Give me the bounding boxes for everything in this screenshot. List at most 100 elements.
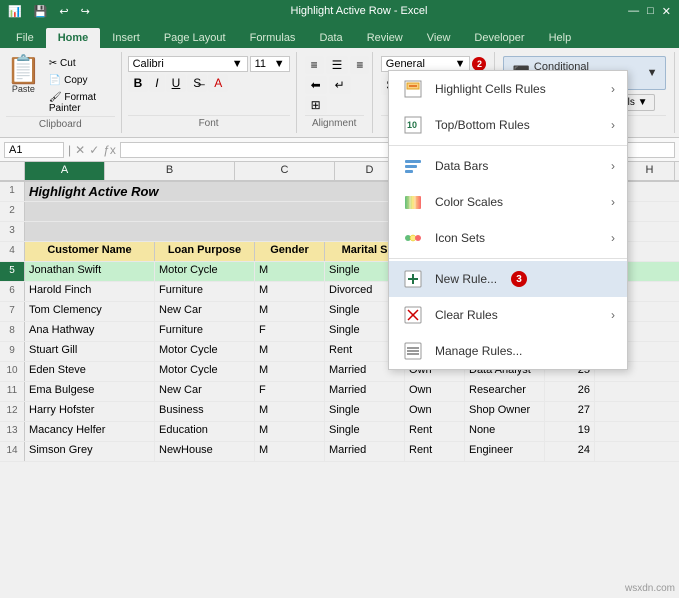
cell-a10[interactable]: Eden Steve bbox=[25, 362, 155, 381]
font-color-button[interactable]: A bbox=[208, 74, 228, 92]
cell-loan-purpose-header[interactable]: Loan Purpose bbox=[155, 242, 255, 261]
cell-e12[interactable]: Own bbox=[405, 402, 465, 421]
cut-button[interactable]: ✂ Cut bbox=[45, 56, 115, 71]
cell-a7[interactable]: Tom Clemency bbox=[25, 302, 155, 321]
row-num-7: 7 bbox=[0, 302, 25, 321]
cell-c10[interactable]: M bbox=[255, 362, 325, 381]
cell-e13[interactable]: Rent bbox=[405, 422, 465, 441]
paste-button[interactable]: 📋 Paste bbox=[6, 56, 41, 116]
cell-a8[interactable]: Ana Hathway bbox=[25, 322, 155, 341]
cell-d12[interactable]: Single bbox=[325, 402, 405, 421]
cell-b6[interactable]: Furniture bbox=[155, 282, 255, 301]
italic-button[interactable]: I bbox=[149, 74, 164, 92]
cell-f12[interactable]: Shop Owner bbox=[465, 402, 545, 421]
cell-f13[interactable]: None bbox=[465, 422, 545, 441]
quick-access-redo[interactable]: ↪ bbox=[81, 5, 90, 18]
cell-f11[interactable]: Researcher bbox=[465, 382, 545, 401]
wrap-text-button[interactable]: ↵ bbox=[329, 76, 351, 94]
cell-c9[interactable]: M bbox=[255, 342, 325, 361]
color-scales-item[interactable]: Color Scales › bbox=[389, 184, 627, 220]
font-size-dropdown[interactable]: 11 ▼ bbox=[250, 56, 290, 72]
bold-button[interactable]: B bbox=[128, 74, 149, 92]
cell-d13[interactable]: Single bbox=[325, 422, 405, 441]
cell-b12[interactable]: Business bbox=[155, 402, 255, 421]
font-name-dropdown[interactable]: Calibri ▼ bbox=[128, 56, 248, 72]
tab-insert[interactable]: Insert bbox=[100, 28, 152, 48]
cell-a6[interactable]: Harold Finch bbox=[25, 282, 155, 301]
cell-age-13[interactable]: 19 bbox=[545, 422, 595, 441]
align-left-button[interactable]: ≡ bbox=[305, 56, 324, 74]
cell-b10[interactable]: Motor Cycle bbox=[155, 362, 255, 381]
tab-developer[interactable]: Developer bbox=[462, 28, 536, 48]
cell-age-14[interactable]: 24 bbox=[545, 442, 595, 461]
data-bars-item[interactable]: Data Bars › bbox=[389, 148, 627, 184]
copy-button[interactable]: 📄 Copy bbox=[45, 73, 115, 88]
function-icon[interactable]: ƒx bbox=[103, 143, 116, 157]
cell-e14[interactable]: Rent bbox=[405, 442, 465, 461]
maximize-btn[interactable]: □ bbox=[647, 5, 654, 18]
cell-c14[interactable]: M bbox=[255, 442, 325, 461]
cell-b14[interactable]: NewHouse bbox=[155, 442, 255, 461]
cell-gender-header[interactable]: Gender bbox=[255, 242, 325, 261]
merge-button[interactable]: ⊞ bbox=[305, 96, 327, 114]
highlight-cells-rules-item[interactable]: Highlight Cells Rules › bbox=[389, 71, 627, 107]
minimize-btn[interactable]: — bbox=[628, 5, 639, 18]
icon-sets-item[interactable]: Icon Sets › bbox=[389, 220, 627, 256]
manage-rules-item[interactable]: Manage Rules... bbox=[389, 333, 627, 369]
col-header-b[interactable]: B bbox=[105, 162, 235, 180]
close-btn[interactable]: ✕ bbox=[662, 5, 671, 18]
quick-access-undo[interactable]: ↩ bbox=[59, 5, 68, 18]
tab-review[interactable]: Review bbox=[355, 28, 415, 48]
new-rule-item[interactable]: New Rule... 3 bbox=[389, 261, 627, 297]
tab-data[interactable]: Data bbox=[307, 28, 354, 48]
cell-e11[interactable]: Own bbox=[405, 382, 465, 401]
confirm-icon[interactable]: ✓ bbox=[89, 143, 99, 157]
tab-view[interactable]: View bbox=[415, 28, 463, 48]
cell-reference-box[interactable] bbox=[4, 142, 64, 158]
align-center-button[interactable]: ☰ bbox=[326, 56, 349, 74]
cancel-icon[interactable]: ✕ bbox=[75, 143, 85, 157]
cell-f14[interactable]: Engineer bbox=[465, 442, 545, 461]
cell-c13[interactable]: M bbox=[255, 422, 325, 441]
cell-b8[interactable]: Furniture bbox=[155, 322, 255, 341]
indent-button[interactable]: ⬅ bbox=[305, 76, 327, 94]
col-header-a[interactable]: A bbox=[25, 162, 105, 180]
strikethrough-button[interactable]: S̶ bbox=[187, 74, 207, 92]
col-header-h[interactable]: H bbox=[625, 162, 675, 180]
cell-a9[interactable]: Stuart Gill bbox=[25, 342, 155, 361]
cell-customer-name-header[interactable]: Customer Name bbox=[25, 242, 155, 261]
tab-home[interactable]: Home bbox=[46, 28, 101, 48]
cell-c8[interactable]: F bbox=[255, 322, 325, 341]
cell-c5[interactable]: M bbox=[255, 262, 325, 281]
cell-b11[interactable]: New Car bbox=[155, 382, 255, 401]
cell-b13[interactable]: Education bbox=[155, 422, 255, 441]
quick-access-save[interactable]: 💾 bbox=[34, 5, 48, 18]
cell-b5[interactable]: Motor Cycle bbox=[155, 262, 255, 281]
tab-page-layout[interactable]: Page Layout bbox=[152, 28, 238, 48]
cell-a12[interactable]: Harry Hofster bbox=[25, 402, 155, 421]
col-header-c[interactable]: C bbox=[235, 162, 335, 180]
tab-file[interactable]: File bbox=[4, 28, 46, 48]
tab-formulas[interactable]: Formulas bbox=[238, 28, 308, 48]
cell-a14[interactable]: Simson Grey bbox=[25, 442, 155, 461]
cell-c11[interactable]: F bbox=[255, 382, 325, 401]
cell-jonathan[interactable]: Jonathan Swift bbox=[25, 262, 155, 281]
file-menu-icon: 📊 bbox=[8, 5, 22, 18]
cell-a11[interactable]: Ema Bulgese bbox=[25, 382, 155, 401]
tab-help[interactable]: Help bbox=[537, 28, 584, 48]
align-right-button[interactable]: ≡ bbox=[350, 56, 369, 74]
underline-button[interactable]: U bbox=[166, 74, 187, 92]
top-bottom-rules-item[interactable]: 10 Top/Bottom Rules › bbox=[389, 107, 627, 143]
cell-c7[interactable]: M bbox=[255, 302, 325, 321]
cell-age-11[interactable]: 26 bbox=[545, 382, 595, 401]
cell-a13[interactable]: Macancy Helfer bbox=[25, 422, 155, 441]
cell-d14[interactable]: Married bbox=[325, 442, 405, 461]
cell-b7[interactable]: New Car bbox=[155, 302, 255, 321]
clear-rules-item[interactable]: Clear Rules › bbox=[389, 297, 627, 333]
cell-b9[interactable]: Motor Cycle bbox=[155, 342, 255, 361]
cell-c6[interactable]: M bbox=[255, 282, 325, 301]
format-painter-button[interactable]: 🖌 Format Painter bbox=[45, 90, 115, 116]
cell-c12[interactable]: M bbox=[255, 402, 325, 421]
cell-age-12[interactable]: 27 bbox=[545, 402, 595, 421]
cell-d11[interactable]: Married bbox=[325, 382, 405, 401]
